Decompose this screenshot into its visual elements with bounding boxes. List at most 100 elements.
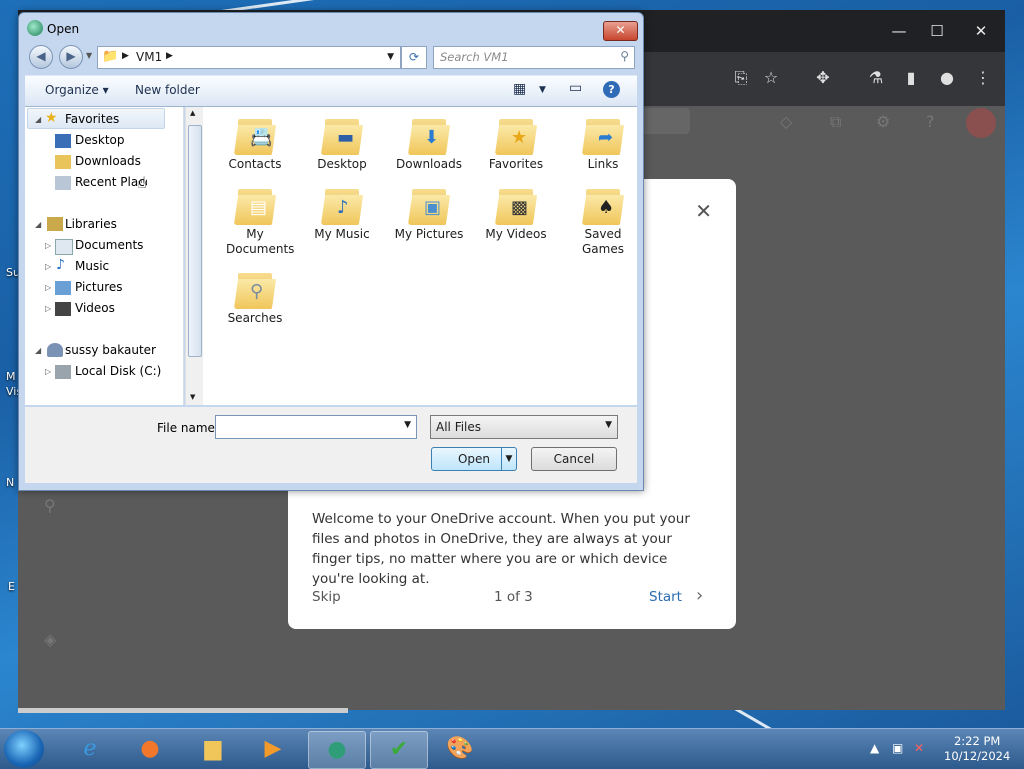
chevron-right-icon[interactable]: ▶ [122,51,129,61]
folder-item[interactable]: ⚲ Searches [219,269,291,326]
folder-item[interactable]: 📇 Contacts [219,115,291,172]
expand-arrow-icon[interactable]: ◢ [35,115,41,124]
nav-user[interactable]: sussy bakauter [65,343,156,357]
address-bar[interactable]: 📁 ▶ VM1 ▶ ▼ [97,46,401,69]
help-icon[interactable]: ? [926,112,935,131]
recent-dropdown-icon[interactable]: ▼ [86,51,92,60]
nav-documents[interactable]: Documents [75,238,143,252]
videos-folder-icon: ▩ [494,185,538,225]
premium-diamond-icon[interactable]: ◇ [780,112,792,131]
menu-icon[interactable]: ⋮ [970,65,996,91]
organize-menu[interactable]: Organize ▾ [45,83,109,97]
profile-icon[interactable]: ● [934,65,960,91]
view-options-icon[interactable]: ▦ [513,81,526,97]
close-button[interactable]: ✕ [603,21,638,41]
folder-item[interactable]: ➦ Links [567,115,639,172]
folder-item[interactable]: ★ Favorites [480,115,552,172]
scroll-thumb[interactable] [188,125,202,357]
labs-flask-icon[interactable]: ⚗ [863,65,889,91]
open-button-label: Open [457,452,491,466]
new-folder-button[interactable]: New folder [135,83,200,97]
volume-muted-icon[interactable]: ✕ [914,741,924,755]
cancel-button[interactable]: Cancel [531,447,617,471]
person-icon[interactable]: ⚲ [44,496,56,515]
nav-libraries[interactable]: Libraries [65,217,117,231]
checklist-app-icon[interactable]: ✔ [370,731,428,769]
help-icon[interactable]: ? [603,81,620,98]
open-button[interactable]: Open ▼ [431,447,517,471]
internet-explorer-icon[interactable]: ℯ [62,731,118,767]
chevron-down-icon[interactable]: ▼ [539,85,546,95]
file-name-input[interactable]: ▼ [215,415,417,439]
diamond-icon[interactable]: ◈ [44,630,56,649]
horizontal-scrollbar[interactable] [18,708,348,713]
preview-pane-icon[interactable]: ▭ [569,80,582,96]
nav-scrollbar[interactable]: ▲ ▼ [185,107,203,405]
collapsed-arrow-icon[interactable]: ▷ [45,241,51,250]
collapsed-arrow-icon[interactable]: ▷ [45,262,51,271]
nav-desktop[interactable]: Desktop [75,133,125,147]
expand-arrow-icon[interactable]: ◢ [35,346,41,355]
avatar[interactable] [966,108,996,138]
expand-arrow-icon[interactable]: ◢ [35,220,41,229]
file-type-select[interactable]: All Files ▼ [430,415,618,439]
folder-item[interactable]: ⬇ Downloads [393,115,465,172]
chevron-right-icon[interactable]: ▶ [166,51,173,61]
folder-item[interactable]: ♠ Saved Games [567,185,639,257]
desktop-icon-fragment[interactable]: N [6,476,14,489]
firefox-icon[interactable]: ● [122,731,178,767]
forward-button[interactable]: ▶ [59,45,83,69]
side-panel-icon[interactable]: ▮ [898,65,924,91]
open-dropdown-icon[interactable]: ▼ [501,448,516,470]
extensions-icon[interactable]: ✥ [810,65,836,91]
desktop-icon-fragment[interactable]: E [8,580,15,593]
maximize-icon[interactable]: ☐ [924,18,950,44]
folder-item[interactable]: ♪ My Music [306,185,378,242]
paint-icon[interactable]: 🎨 [432,731,488,767]
media-player-icon[interactable]: ▶ [245,731,301,767]
folder-item[interactable]: ▬ Desktop [306,115,378,172]
app-icon[interactable]: ● [308,731,366,769]
chevron-down-icon[interactable]: ▼ [605,420,612,430]
scroll-down-icon[interactable]: ▼ [190,393,195,401]
refresh-icon[interactable]: ⟳ [401,46,427,69]
bookmark-star-icon[interactable]: ☆ [758,65,784,91]
nav-music[interactable]: Music [75,259,109,273]
collapsed-arrow-icon[interactable]: ▷ [45,283,51,292]
start-button[interactable] [4,730,44,768]
chevron-right-icon[interactable]: › [696,585,703,606]
folder-item[interactable]: ▤ My Documents [219,185,294,257]
nav-local-disk[interactable]: Local Disk (C:) [75,364,161,378]
close-icon[interactable]: ✕ [968,18,994,44]
file-explorer-icon[interactable]: ▆ [185,731,241,767]
start-button[interactable]: Start [649,589,682,605]
tray-expand-icon[interactable]: ▲ [870,741,879,755]
network-icon[interactable]: ▣ [892,741,903,755]
skip-button[interactable]: Skip [312,589,341,605]
settings-gear-icon[interactable]: ⚙ [876,112,890,131]
share-icon[interactable]: ⧉ [830,112,841,132]
clock[interactable]: 2:22 PM 10/12/2024 [944,734,1010,764]
install-app-icon[interactable]: ⎘ [728,65,754,91]
chevron-down-icon[interactable]: ▼ [404,420,411,430]
page-search-bar[interactable] [640,108,690,134]
nav-downloads[interactable]: Downloads [75,154,141,168]
minimize-icon[interactable]: — [886,18,912,44]
desktop-icon-fragment[interactable]: M [6,370,16,383]
search-icon[interactable]: ⚲ [620,49,629,63]
close-icon[interactable]: ✕ [695,199,712,223]
chevron-down-icon[interactable]: ▼ [387,52,394,62]
folder-item[interactable]: ▣ My Pictures [393,185,465,242]
folder-label: Contacts [228,157,282,171]
address-path[interactable]: VM1 [136,50,162,64]
search-input[interactable]: Search VM1 ⚲ [433,46,635,69]
pictures-icon [55,281,71,295]
collapsed-arrow-icon[interactable]: ▷ [45,367,51,376]
nav-videos[interactable]: Videos [75,301,115,315]
folder-item[interactable]: ▩ My Videos [480,185,552,242]
nav-favorites[interactable]: Favorites [65,112,119,126]
scroll-up-icon[interactable]: ▲ [190,109,195,117]
nav-pictures[interactable]: Pictures [75,280,123,294]
collapsed-arrow-icon[interactable]: ▷ [45,304,51,313]
back-button[interactable]: ◀ [29,45,53,69]
